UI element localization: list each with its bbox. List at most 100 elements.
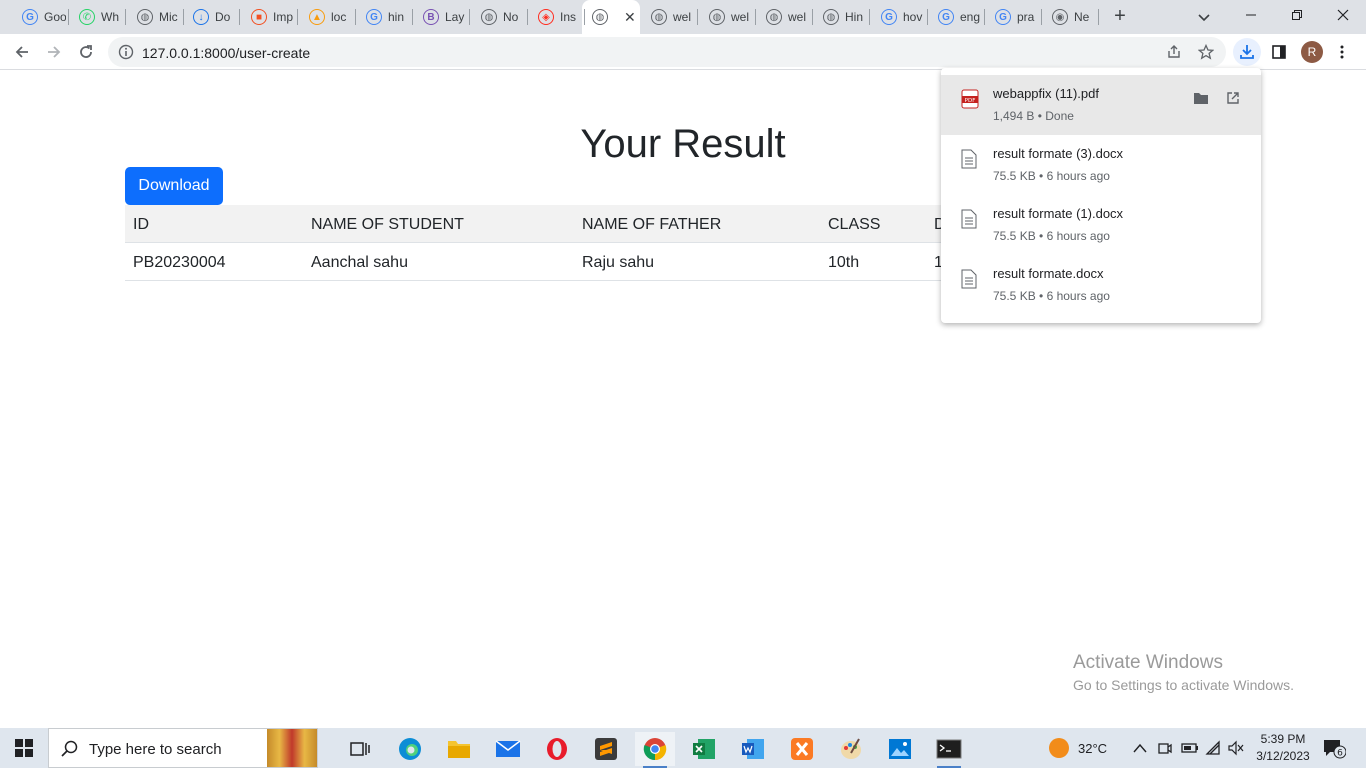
microsoft-icon: ■ [251,9,267,25]
tab-separator [1098,9,1099,25]
network-button[interactable] [1205,728,1223,768]
chevron-up-icon [1133,743,1147,753]
show-in-folder-button[interactable] [1190,87,1212,109]
download-status: 75.5 KB • 6 hours ago [993,169,1110,183]
notification-center-button[interactable]: 6 [1322,728,1346,768]
bookmark-star-icon[interactable] [1198,44,1214,60]
activate-windows-title: Activate Windows [1073,652,1223,673]
tab-label: Mic [159,10,178,24]
word-app[interactable] [733,732,773,766]
chrome-app[interactable] [635,732,675,768]
tab-3[interactable]: ↓ Do [183,5,240,29]
download-item[interactable]: result formate.docx 75.5 KB • 6 hours ag… [941,255,1261,315]
terminal-app[interactable] [929,732,969,768]
tab-label: loc [331,10,347,24]
profile-button[interactable]: R [1298,38,1326,66]
excel-app[interactable] [684,732,724,766]
tab-label: wel [788,10,807,24]
start-button[interactable] [0,728,48,768]
table-row: PB20230004 Aanchal sahu Raju sahu 10th 1 [125,243,965,281]
tab-search-icon[interactable] [1194,7,1214,27]
download-item[interactable]: result formate (3).docx 75.5 KB • 6 hour… [941,135,1261,195]
tab-label: Imp [273,10,294,24]
tab-separator [527,9,528,25]
open-file-button[interactable] [1222,87,1244,109]
tab-label: Ins [560,10,577,24]
search-icon [61,740,78,757]
tab-strip: ◉ Ne Gpra Geng Ghov ◍ Hin ◍ wel ◍ wel ◍ wel ◍ ✕ ◈ Ins ◍ No… [0,0,1366,34]
tab-label: Hin [845,10,864,24]
download-item[interactable]: PDF webappfix (11).pdf 1,494 B • Done [941,75,1261,135]
windows-logo-icon [15,739,33,757]
tab-label: Do [215,10,231,24]
reload-button[interactable] [72,38,100,66]
google-icon: G [881,9,897,25]
paint-app[interactable] [831,732,871,766]
show-hidden-icons-button[interactable] [1133,728,1147,768]
tab-16[interactable]: Geng [928,5,985,29]
tab-0[interactable]: G Goo [12,5,69,29]
tab-15[interactable]: Ghov [871,5,928,29]
tab-5[interactable]: ▲ loc [299,5,356,29]
system-clock[interactable]: 5:39 PM 3/12/2023 [1248,731,1318,765]
photos-icon [889,739,911,759]
activate-windows-subtitle: Go to Settings to activate Windows. [1073,677,1294,693]
download-button[interactable]: Download [125,167,223,205]
side-panel-button[interactable] [1265,38,1293,66]
tab-1[interactable]: ✆ Wh [69,5,126,29]
download-status: 1,494 B • Done [993,109,1074,123]
tab-18[interactable]: ◉ Ne [1042,5,1099,29]
taskbar-search-box[interactable]: Type here to search [48,728,318,768]
open-external-icon [1227,92,1239,104]
sublime-text-app[interactable] [586,732,626,766]
minimize-button[interactable] [1228,0,1274,30]
xampp-app[interactable] [782,732,822,766]
tab-10[interactable]: ◍ ✕ [582,0,640,34]
tab-12[interactable]: ◍ wel [699,5,756,29]
tab-9[interactable]: ◈ Ins [528,5,585,29]
tab-11[interactable]: ◍ wel [641,5,698,29]
photos-app[interactable] [880,732,920,766]
mail-app[interactable] [488,732,528,766]
tab-13[interactable]: ◍ wel [756,5,813,29]
site-info-icon[interactable] [118,44,134,60]
google-icon: G [995,9,1011,25]
new-tab-button[interactable]: + [1108,5,1132,29]
notification-icon: 6 [1324,740,1346,759]
column-header-class: CLASS [828,216,881,233]
back-button[interactable] [8,38,36,66]
bootstrap-icon: B [423,9,439,25]
tab-17[interactable]: Gpra [985,5,1042,29]
excel-icon [693,739,715,759]
battery-button[interactable] [1181,728,1199,768]
volume-button[interactable] [1227,728,1245,768]
address-bar[interactable]: 127.0.0.1:8000/user-create [108,37,1226,67]
tab-2[interactable]: ◍ Mic [127,5,184,29]
download-status: 75.5 KB • 6 hours ago [993,229,1110,243]
cell-father: Raju sahu [582,254,655,271]
tab-separator [68,9,69,25]
tab-14[interactable]: ◍ Hin [813,5,870,29]
restore-button[interactable] [1274,0,1320,30]
forward-button[interactable] [40,38,68,66]
share-icon[interactable] [1166,44,1182,60]
weather-widget[interactable]: 32°C [1048,728,1107,768]
meet-now-button[interactable] [1157,728,1173,768]
chrome-menu-button[interactable] [1328,38,1356,66]
edge-app[interactable] [390,732,430,766]
tab-4[interactable]: ■ Imp [241,5,298,29]
tab-separator [125,9,126,25]
file-explorer-app[interactable] [439,732,479,766]
tab-7[interactable]: B Lay [413,5,470,29]
close-window-button[interactable] [1320,0,1366,30]
close-tab-icon[interactable]: ✕ [624,9,636,26]
downloads-button[interactable] [1233,38,1261,66]
opera-app[interactable] [537,732,577,766]
tab-separator [1041,9,1042,25]
sun-icon [1049,738,1069,758]
tab-8[interactable]: ◍ No [471,5,528,29]
tab-label: Wh [101,10,119,24]
task-view-button[interactable] [340,732,380,766]
download-item[interactable]: result formate (1).docx 75.5 KB • 6 hour… [941,195,1261,255]
tab-6[interactable]: Ghin [356,5,413,29]
